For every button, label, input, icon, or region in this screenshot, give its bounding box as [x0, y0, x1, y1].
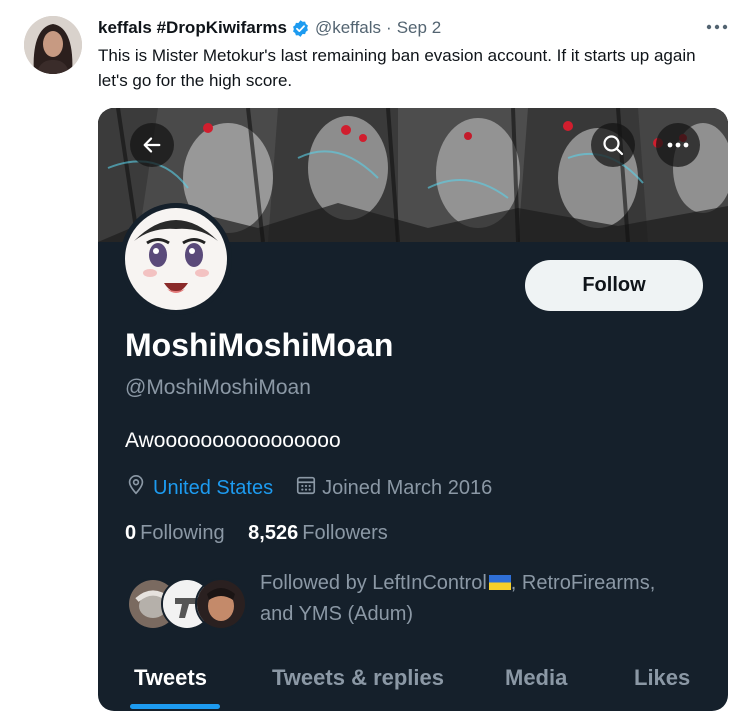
tab-tweets[interactable]: Tweets	[134, 648, 207, 708]
following-label[interactable]: Following	[140, 522, 224, 544]
verified-badge-icon	[291, 19, 310, 38]
profile-avatar[interactable]	[120, 203, 232, 315]
followed-by-avatars[interactable]	[127, 578, 247, 630]
tweet-date[interactable]: Sep 2	[397, 18, 441, 38]
active-tab-indicator	[130, 704, 220, 709]
author-name[interactable]: keffals #DropKiwifarms	[98, 18, 287, 38]
followed-by-text[interactable]: Followed by LeftInControl , RetroFirearms…	[260, 568, 700, 630]
tab-tweets-replies[interactable]: Tweets & replies	[272, 648, 444, 708]
following-count[interactable]: 0	[125, 522, 136, 544]
profile-handle: @MoshiMoshiMoan	[125, 376, 311, 399]
follow-button[interactable]: Follow	[525, 260, 703, 311]
profile-display-name: MoshiMoshiMoan	[125, 327, 394, 363]
follower-avatar-3	[195, 578, 247, 630]
calendar-icon	[295, 474, 317, 502]
followed-by-line2: and YMS (Adum)	[260, 603, 414, 625]
ellipsis-icon[interactable]	[704, 17, 730, 37]
profile-meta: United States Joined March 2016	[125, 473, 492, 503]
tweet-header: keffals #DropKiwifarms @keffals · Sep 2	[98, 16, 441, 40]
back-arrow-icon[interactable]	[130, 123, 174, 167]
more-icon[interactable]	[656, 123, 700, 167]
author-handle[interactable]: @keffals	[315, 18, 381, 38]
tab-likes[interactable]: Likes	[634, 648, 690, 708]
profile-card-image[interactable]: Follow MoshiMoshiMoan @MoshiMoshiMoan Aw…	[98, 108, 728, 711]
follow-counts: 0 Following 8,526 Followers	[125, 522, 388, 545]
separator-dot: ·	[386, 18, 392, 37]
followers-label[interactable]: Followers	[302, 522, 388, 544]
location-pin-icon	[125, 474, 147, 502]
tweet-text: This is Mister Metokur's last remaining …	[98, 46, 696, 90]
ukraine-flag-icon	[488, 569, 511, 590]
profile-location[interactable]: United States	[153, 477, 273, 500]
search-icon[interactable]	[591, 123, 635, 167]
followers-count[interactable]: 8,526	[248, 522, 298, 544]
followed-by-prefix: Followed by LeftInControl	[260, 572, 487, 594]
profile-bio: Awoooooooooooooooo	[125, 429, 341, 452]
tab-media[interactable]: Media	[505, 648, 567, 708]
author-avatar[interactable]	[24, 16, 82, 74]
followed-by-rest: , RetroFirearms,	[510, 572, 656, 594]
profile-tabs: Tweets Tweets & replies Media Likes	[98, 648, 728, 711]
profile-joined-date: Joined March 2016	[322, 476, 493, 499]
